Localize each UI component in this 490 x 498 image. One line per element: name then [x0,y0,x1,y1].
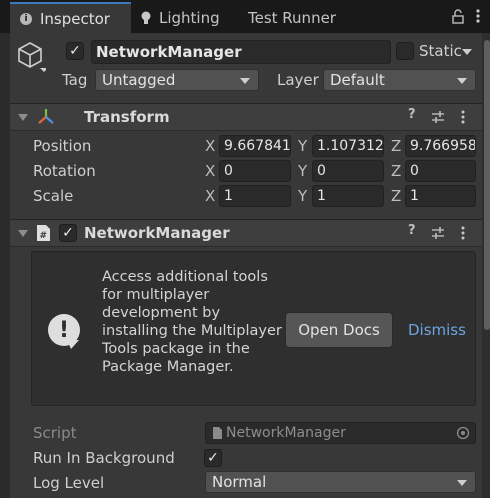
script-field: NetworkManager [205,422,476,444]
static-label[interactable]: Static [419,42,462,60]
script-file-icon: # [37,225,50,241]
tag-dropdown[interactable]: Untagged [95,69,259,91]
preset-icon[interactable] [431,226,445,240]
scale-z-field[interactable]: 1 [405,185,476,207]
lightbulb-icon [141,11,151,24]
axis-x-label[interactable]: X [205,187,215,205]
help-icon[interactable]: ? [408,223,416,238]
run-in-background-label: Run In Background [33,449,175,467]
component-enabled-checkbox[interactable]: ✓ [59,224,77,242]
log-level-dropdown[interactable]: Normal [205,471,476,493]
log-level-label: Log Level [33,474,105,492]
transform-title: Transform [84,108,170,126]
position-label[interactable]: Position [33,137,91,155]
more-vertical-icon[interactable] [472,6,484,26]
open-docs-button[interactable]: Open Docs [285,312,393,348]
tab-label: Test Runner [248,8,336,27]
axis-z-label[interactable]: Z [391,187,401,205]
tag-label: Tag [62,71,88,89]
scale-label[interactable]: Scale [33,187,73,205]
networkmanager-header[interactable]: # ✓ NetworkManager ? [10,219,482,247]
position-z-field[interactable]: 9.766958 [405,135,476,157]
tab-inspector[interactable]: i Inspector [10,2,131,33]
axis-y-label[interactable]: Y [298,187,307,205]
tab-bar: i Inspector Lighting Test Runner [0,0,490,33]
chevron-down-icon [457,78,467,84]
axis-y-label[interactable]: Y [298,137,307,155]
run-in-background-checkbox[interactable]: ✓ [204,449,222,467]
chevron-down-icon [240,78,250,84]
layer-label: Layer [277,71,319,89]
svg-text:#: # [40,231,48,241]
help-icon[interactable]: ? [408,107,416,122]
axis-x-label[interactable]: X [205,137,215,155]
warning-icon-tail [67,340,79,349]
rotation-label[interactable]: Rotation [33,162,96,180]
scrollbar-thumb[interactable] [484,40,490,330]
networkmanager-title: NetworkManager [84,224,230,242]
script-label: Script [33,424,77,442]
scale-y-field[interactable]: 1 [312,185,384,207]
axis-z-label[interactable]: Z [391,162,401,180]
object-picker-icon[interactable] [456,426,470,440]
layer-value: Default [330,71,385,89]
transform-icon [38,109,54,124]
foldout-arrow-icon[interactable] [18,114,28,121]
rotation-z-field[interactable]: 0 [405,160,476,182]
script-file-icon [213,427,222,439]
static-checkbox[interactable] [396,42,414,60]
rotation-x-field[interactable]: 0 [219,160,291,182]
static-dropdown-caret-icon[interactable] [462,49,472,55]
dismiss-link[interactable]: Dismiss [408,321,466,339]
tab-label: Lighting [159,8,220,27]
tab-lighting[interactable]: Lighting [141,2,237,33]
tab-test-runner[interactable]: Test Runner [248,2,348,33]
scale-x-field[interactable]: 1 [219,185,291,207]
more-vertical-icon[interactable] [461,110,465,124]
log-level-value: Normal [212,473,267,491]
help-text: Access additional tools for multiplayer … [102,269,282,375]
active-checkbox[interactable]: ✓ [66,42,84,60]
rotation-y-field[interactable]: 0 [312,160,384,182]
layer-dropdown[interactable]: Default [323,69,476,91]
help-box: ! Access additional tools for multiplaye… [31,251,476,406]
info-icon: i [20,12,32,25]
left-gutter [0,33,10,498]
tag-value: Untagged [102,71,176,89]
transform-header[interactable]: Transform ? [10,103,482,131]
more-vertical-icon[interactable] [461,226,465,240]
chevron-down-icon [457,480,467,486]
position-y-field[interactable]: 1.107312 [312,135,384,157]
axis-y-label[interactable]: Y [298,162,307,180]
tab-label: Inspector [40,9,110,28]
axis-z-label[interactable]: Z [391,137,401,155]
script-value: NetworkManager [226,425,346,441]
axis-x-label[interactable]: X [205,162,215,180]
lock-icon[interactable] [451,7,465,25]
position-x-field[interactable]: 9.667841 [219,135,291,157]
preset-icon[interactable] [431,110,445,124]
foldout-arrow-icon[interactable] [18,230,28,237]
object-name-field[interactable]: NetworkManager [91,40,391,64]
gameobject-cube-icon[interactable] [16,40,48,74]
